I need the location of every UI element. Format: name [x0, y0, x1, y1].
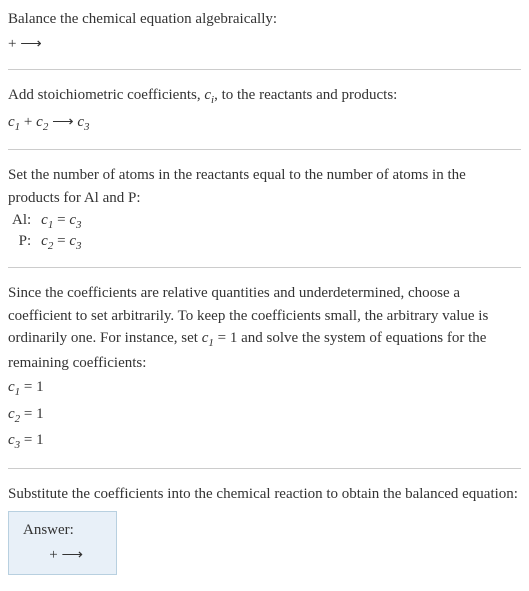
- solve-eq3: c3 = 1: [8, 429, 521, 454]
- atoms-p-c2: c: [41, 233, 48, 249]
- stoich-arrow: ⟶: [48, 114, 77, 130]
- solve-eq2-rest: = 1: [20, 406, 43, 422]
- solve-title: Since the coefficients are relative quan…: [8, 282, 521, 374]
- stoich-c3-sub: 3: [84, 121, 90, 133]
- atoms-p-label: P:: [8, 232, 37, 253]
- section-solve: Since the coefficients are relative quan…: [8, 282, 521, 454]
- divider-1: [8, 69, 521, 70]
- atoms-al-eq: c1 = c3: [37, 211, 85, 232]
- solve-eq3-rest: = 1: [20, 432, 43, 448]
- balance-equation: + ⟶: [8, 33, 521, 56]
- atoms-al-c3-sub: 3: [76, 219, 82, 231]
- section-substitute: Substitute the coefficients into the che…: [8, 483, 521, 576]
- atoms-p-c3-sub: 3: [76, 240, 82, 252]
- solve-eq3-c: c: [8, 432, 15, 448]
- atoms-p-c3: c: [69, 233, 76, 249]
- solve-eq1-rest: = 1: [20, 379, 43, 395]
- stoich-equation: c1 + c2 ⟶ c3: [8, 111, 521, 136]
- atoms-p-eq: c2 = c3: [37, 232, 85, 253]
- stoich-c3: c: [77, 114, 84, 130]
- section-stoichiometric: Add stoichiometric coefficients, ci, to …: [8, 84, 521, 135]
- answer-label: Answer:: [23, 522, 102, 539]
- stoich-c2: c: [36, 114, 43, 130]
- atoms-p-equals: =: [53, 233, 69, 249]
- atoms-table: Al: c1 = c3 P: c2 = c3: [8, 211, 85, 253]
- stoich-plus: +: [20, 114, 36, 130]
- stoich-ci: c: [204, 87, 211, 103]
- divider-3: [8, 267, 521, 268]
- stoich-title-part1: Add stoichiometric coefficients,: [8, 87, 204, 103]
- answer-equation: + ⟶: [23, 545, 102, 564]
- atoms-title: Set the number of atoms in the reactants…: [8, 164, 521, 209]
- atoms-row-al: Al: c1 = c3: [8, 211, 85, 232]
- atoms-al-c3: c: [69, 212, 76, 228]
- answer-eq-text: + ⟶: [46, 547, 87, 563]
- answer-box: Answer: + ⟶: [8, 511, 117, 575]
- stoich-c1: c: [8, 114, 15, 130]
- atoms-al-equals: =: [53, 212, 69, 228]
- stoich-title-part2: , to the reactants and products:: [214, 87, 397, 103]
- divider-2: [8, 149, 521, 150]
- atoms-al-label: Al:: [8, 211, 37, 232]
- solve-eq2: c2 = 1: [8, 403, 521, 428]
- solve-eq1: c1 = 1: [8, 376, 521, 401]
- solve-eq2-c: c: [8, 406, 15, 422]
- section-balance: Balance the chemical equation algebraica…: [8, 8, 521, 55]
- section-atoms: Set the number of atoms in the reactants…: [8, 164, 521, 253]
- divider-4: [8, 468, 521, 469]
- substitute-title: Substitute the coefficients into the che…: [8, 483, 521, 506]
- balance-title: Balance the chemical equation algebraica…: [8, 8, 521, 31]
- atoms-row-p: P: c2 = c3: [8, 232, 85, 253]
- solve-eq1-c: c: [8, 379, 15, 395]
- atoms-al-c1: c: [41, 212, 48, 228]
- stoich-title: Add stoichiometric coefficients, ci, to …: [8, 84, 521, 109]
